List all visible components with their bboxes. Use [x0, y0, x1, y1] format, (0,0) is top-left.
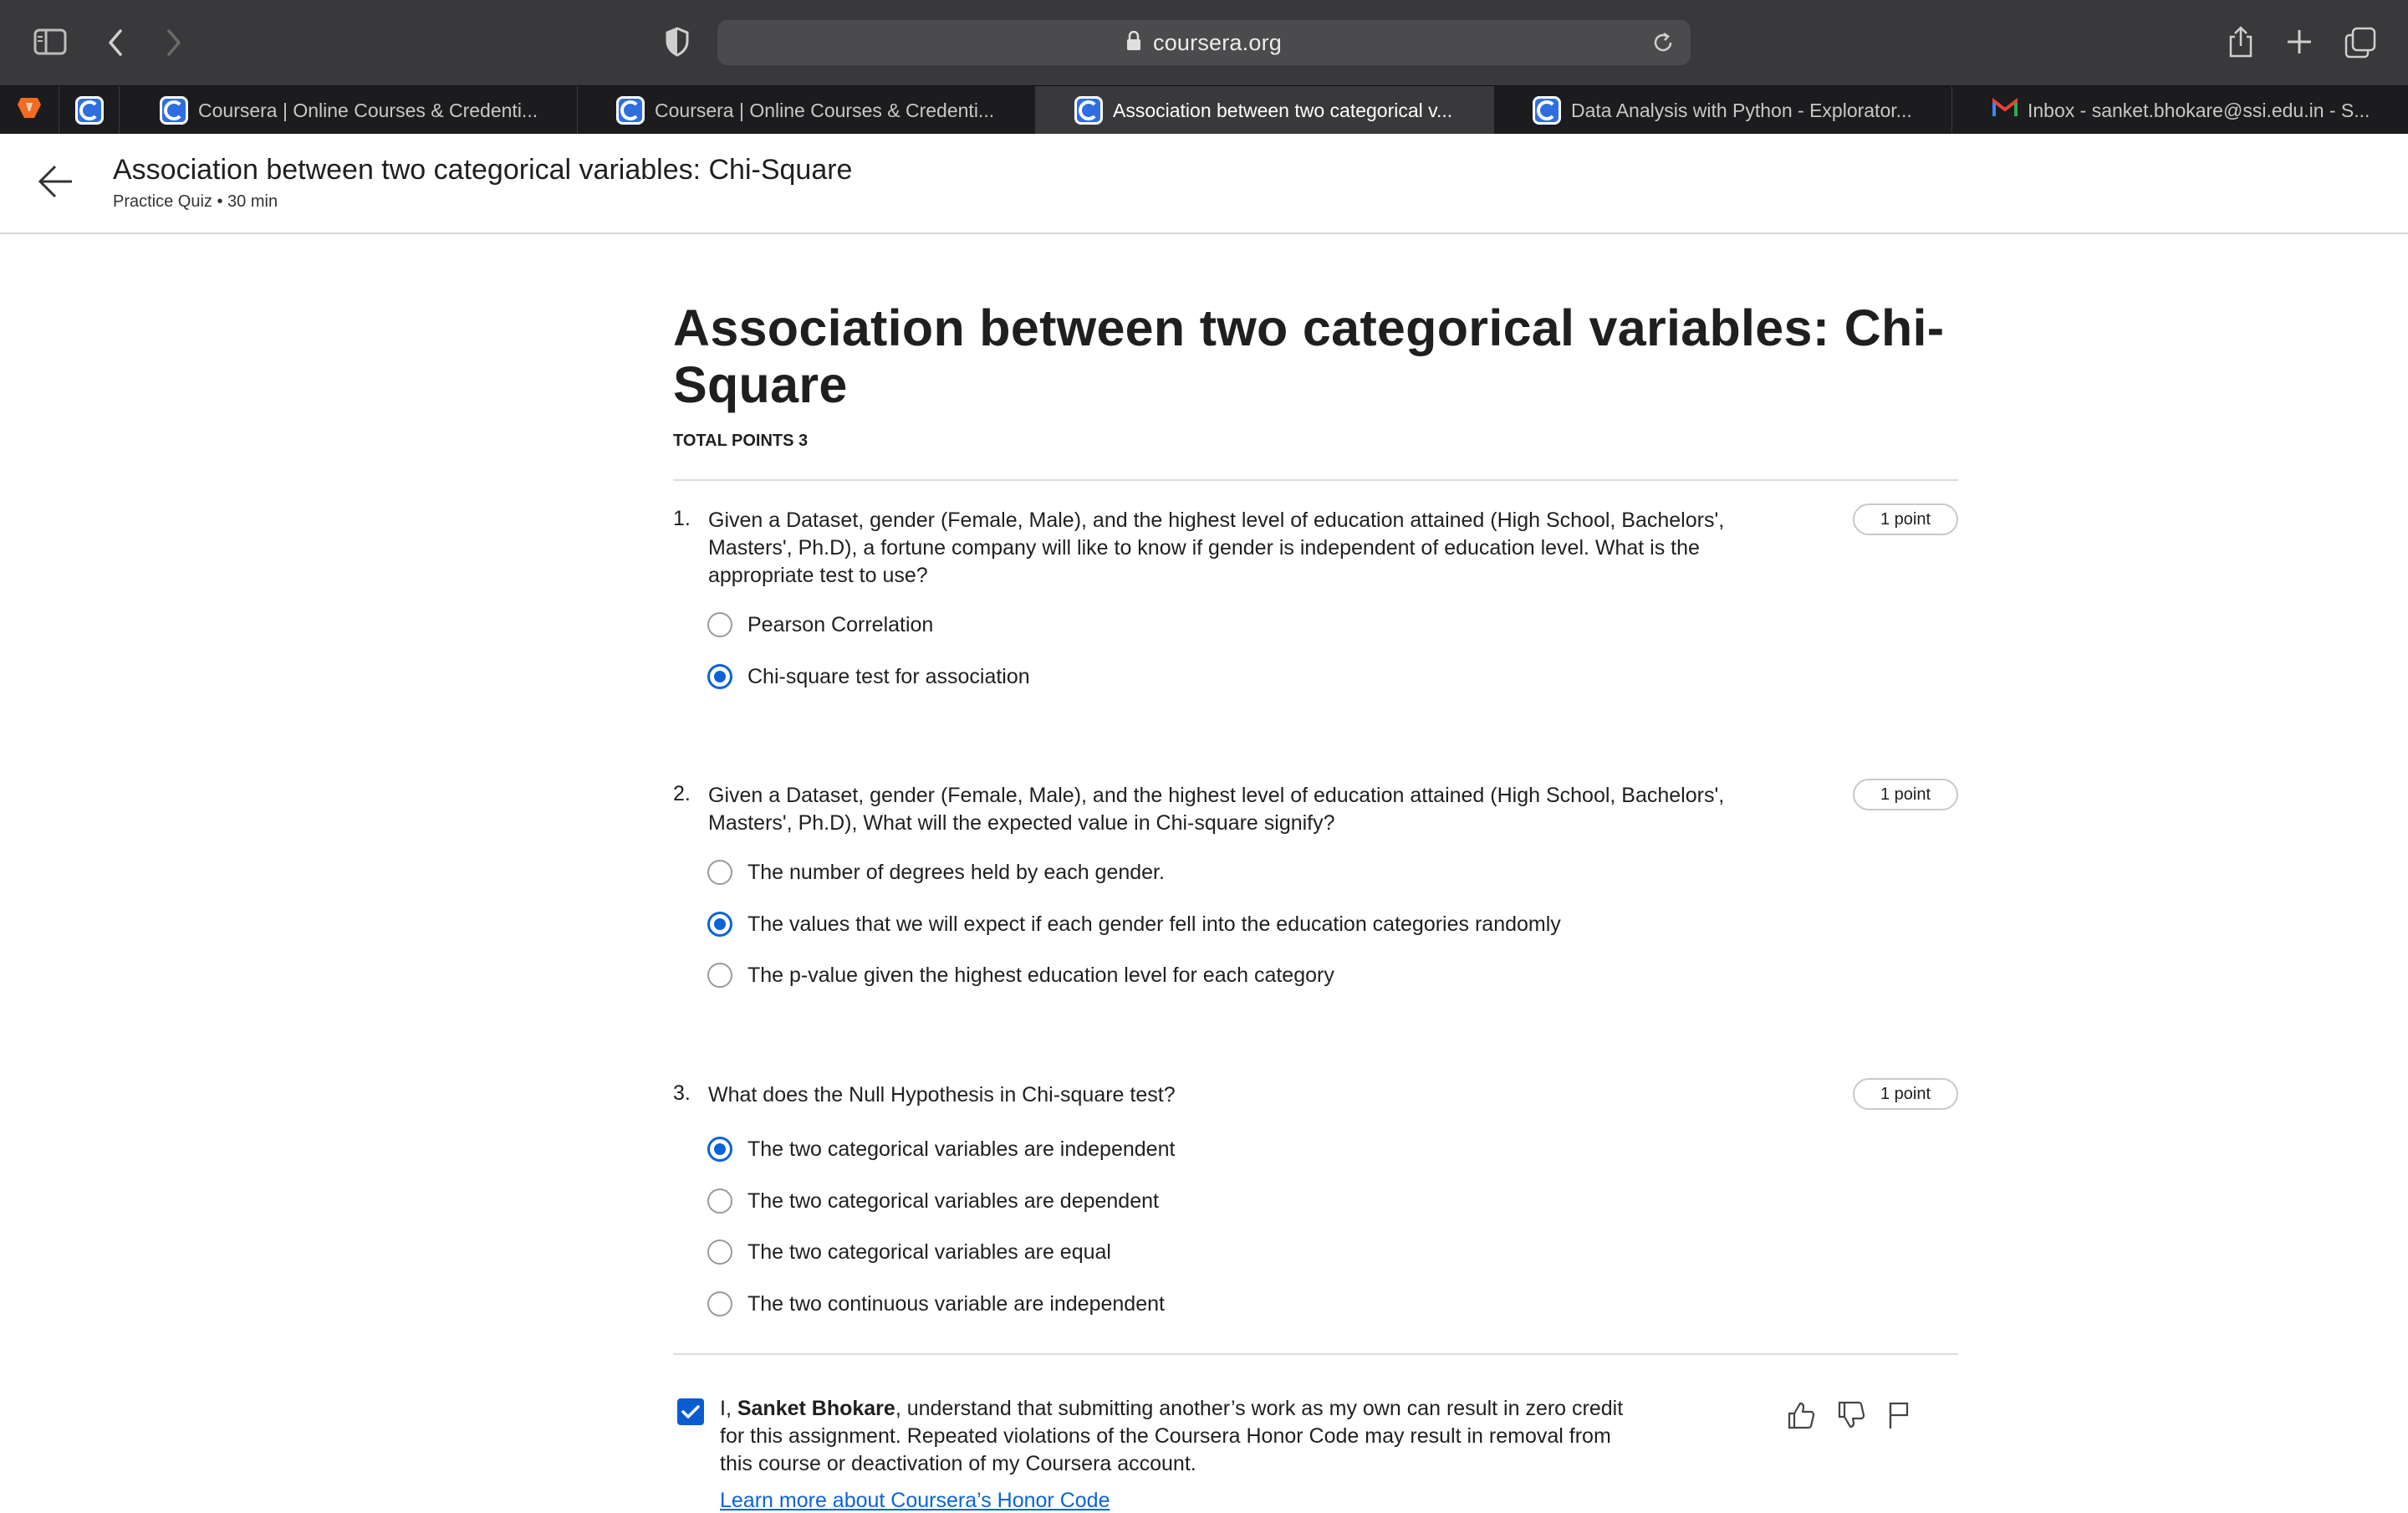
quiz-main: Association between two categorical vari… [673, 299, 1958, 451]
divider [673, 479, 1958, 481]
option-degrees-held[interactable]: The number of degrees held by each gende… [707, 860, 1165, 885]
option-continuous-independent[interactable]: The two continuous variable are independ… [707, 1291, 1165, 1316]
option-expected-values[interactable]: The values that we will expect if each g… [707, 912, 1561, 937]
share-icon[interactable] [2227, 25, 2254, 59]
page-title: Association between two categorical vari… [673, 299, 1945, 413]
radio-button[interactable] [707, 860, 732, 885]
sidebar-toggle-icon[interactable] [33, 28, 67, 55]
points-badge: 1 point [1853, 779, 1958, 810]
radio-button-selected[interactable] [707, 664, 732, 689]
option-independent[interactable]: The two categorical variables are indepe… [707, 1137, 1175, 1162]
divider [673, 1353, 1958, 1355]
option-label: The two categorical variables are equal [747, 1240, 1111, 1264]
question-number: 2. [673, 782, 691, 805]
tab-bar: Coursera | Online Courses & Credenti... … [0, 85, 2408, 135]
flag-icon[interactable] [1886, 1400, 1911, 1434]
total-points: TOTAL POINTS 3 [673, 432, 809, 450]
thumbs-up-icon[interactable] [1786, 1400, 1816, 1434]
tab-label: Inbox - sanket.bhokare@ssi.edu.in - S... [2028, 99, 2370, 121]
option-equal[interactable]: The two categorical variables are equal [707, 1240, 1111, 1265]
option-label: The two categorical variables are depend… [747, 1188, 1159, 1213]
lock-icon [1126, 30, 1141, 55]
tab-label: Coursera | Online Courses & Credenti... [655, 99, 995, 121]
honor-code-checkbox[interactable] [677, 1398, 704, 1425]
coursera-favicon-icon [1074, 96, 1103, 125]
tab-coursera-2[interactable]: Coursera | Online Courses & Credenti... [577, 86, 1035, 135]
question-number: 1. [673, 507, 691, 530]
tab-quiz-active[interactable]: Association between two categorical v... [1035, 86, 1493, 135]
coursera-favicon-icon [160, 96, 188, 125]
option-label: Pearson Correlation [747, 612, 934, 636]
tab-gmail[interactable]: Inbox - sanket.bhokare@ssi.edu.in - S... [1951, 86, 2408, 135]
browser-toolbar: coursera.org [0, 0, 2408, 85]
thumbs-down-icon[interactable] [1836, 1400, 1866, 1434]
forward-icon[interactable] [166, 28, 182, 57]
points-badge: 1 point [1853, 503, 1958, 535]
option-label: Chi-square test for association [747, 664, 1030, 688]
back-icon[interactable] [107, 28, 124, 57]
option-label: The number of degrees held by each gende… [747, 860, 1165, 884]
question-number: 3. [673, 1081, 691, 1105]
quiz-header: Association between two categorical vari… [0, 134, 2408, 234]
option-chi-square-test[interactable]: Chi-square test for association [707, 664, 1030, 689]
honor-code-link[interactable]: Learn more about Coursera’s Honor Code [720, 1489, 1110, 1513]
coursera-favicon-icon [1533, 96, 1561, 125]
tab-overview-icon[interactable] [2344, 27, 2376, 59]
url-text: coursera.org [1153, 29, 1282, 55]
gmail-icon [1992, 97, 2018, 123]
header-subtitle: Practice Quiz • 30 min [113, 192, 278, 211]
radio-button-selected[interactable] [707, 912, 732, 937]
option-label: The two categorical variables are indepe… [747, 1137, 1176, 1161]
option-label: The two continuous variable are independ… [747, 1291, 1165, 1316]
tab-coursera-1[interactable]: Coursera | Online Courses & Credenti... [119, 86, 577, 135]
radio-button[interactable] [707, 963, 732, 988]
option-label: The values that we will expect if each g… [747, 912, 1561, 936]
back-arrow-icon[interactable] [37, 164, 74, 203]
tab-pinned-brave[interactable] [0, 86, 59, 135]
tab-label: Data Analysis with Python - Explorator..… [1571, 99, 1912, 121]
learner-name: Sanket Bhokare [737, 1397, 895, 1420]
brave-logo-icon [16, 95, 43, 126]
tab-pinned-coursera[interactable] [59, 86, 119, 135]
radio-button[interactable] [707, 1188, 732, 1214]
question-text: Given a Dataset, gender (Female, Male), … [708, 509, 1725, 587]
option-label: The p-value given the highest education … [747, 963, 1334, 987]
coursera-favicon-icon [616, 96, 645, 125]
honor-code-section: I, Sanket Bhokare, understand that submi… [673, 1395, 1958, 1512]
honor-code-text: I, Sanket Bhokare, understand that submi… [720, 1395, 1640, 1478]
points-badge: 1 point [1853, 1078, 1958, 1110]
checkmark-icon [681, 1405, 700, 1418]
radio-button[interactable] [707, 1240, 732, 1265]
honor-prefix: I, [720, 1397, 737, 1420]
address-bar[interactable]: coursera.org [717, 20, 1691, 65]
radio-button[interactable] [707, 1291, 732, 1316]
option-p-value[interactable]: The p-value given the highest education … [707, 963, 1334, 988]
tab-label: Coursera | Online Courses & Credenti... [198, 99, 538, 121]
coursera-favicon-icon [74, 96, 104, 125]
option-dependent[interactable]: The two categorical variables are depend… [707, 1188, 1159, 1214]
header-title: Association between two categorical vari… [113, 154, 853, 186]
privacy-shield-icon[interactable] [666, 27, 689, 57]
reload-icon[interactable] [1650, 30, 1676, 59]
radio-button[interactable] [707, 612, 732, 637]
tab-data-analysis[interactable]: Data Analysis with Python - Explorator..… [1493, 86, 1951, 135]
question-text: Given a Dataset, gender (Female, Male), … [708, 784, 1725, 835]
new-tab-icon[interactable] [2286, 28, 2313, 55]
tab-label: Association between two categorical v... [1113, 99, 1453, 121]
option-pearson-correlation[interactable]: Pearson Correlation [707, 612, 933, 637]
question-text: What does the Null Hypothesis in Chi-squ… [708, 1083, 1176, 1107]
feedback-icons [1786, 1400, 1911, 1434]
radio-button-selected[interactable] [707, 1137, 732, 1162]
